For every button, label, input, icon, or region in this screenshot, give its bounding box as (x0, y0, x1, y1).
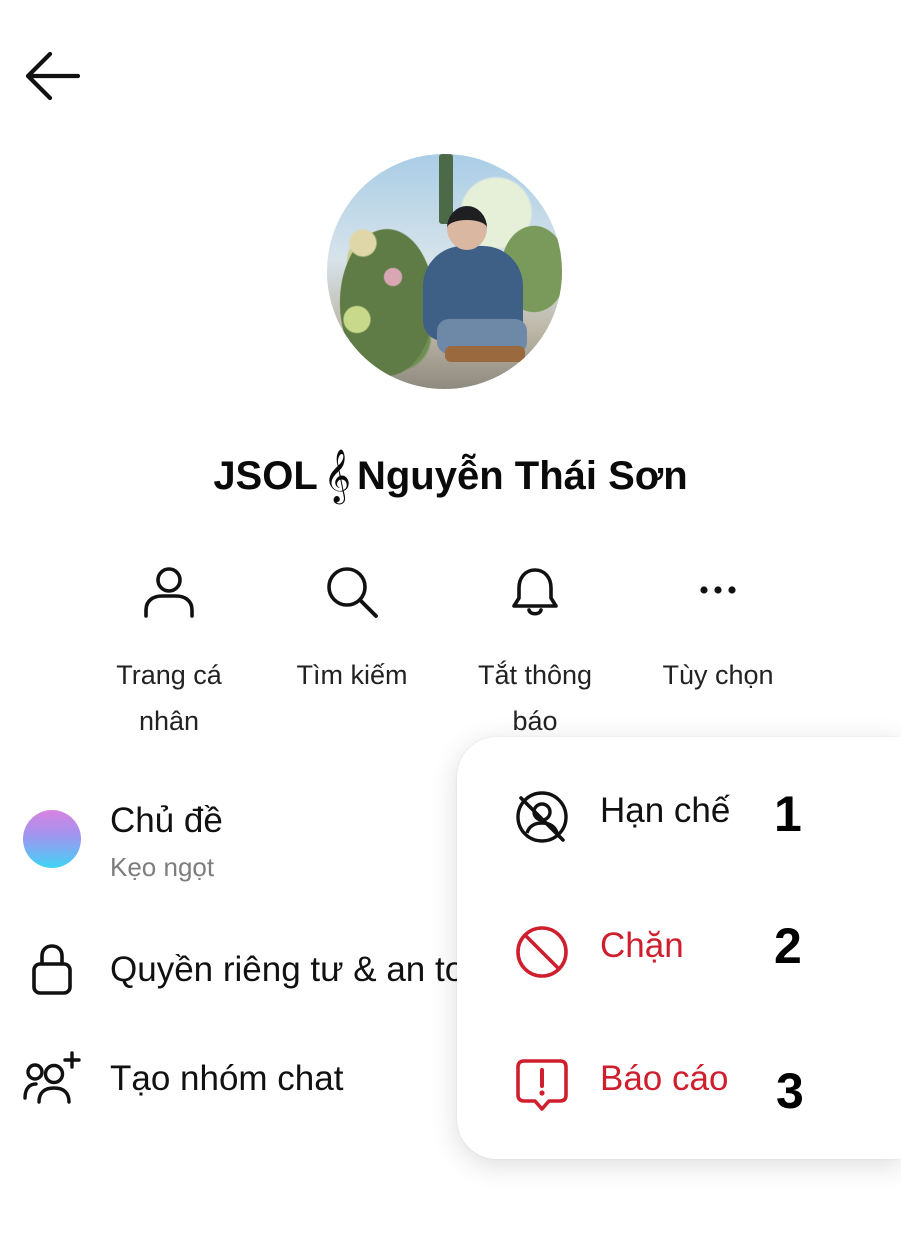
restrict-icon (513, 788, 571, 846)
block-icon (513, 923, 571, 981)
report-icon (513, 1056, 571, 1114)
theme-swatch (23, 810, 81, 868)
block-label: Chặn (600, 926, 684, 965)
search-icon (322, 562, 382, 622)
action-label: Tắt thông báo (477, 660, 593, 736)
action-label: Trang cá nhân (116, 660, 222, 736)
create-group-label: Tạo nhóm chat (110, 1059, 344, 1098)
profile-action-button[interactable]: Trang cá nhân (79, 562, 259, 744)
back-button[interactable] (18, 48, 86, 104)
profile-name: JSOL 𝄞 Nguyễn Thái Sơn (0, 448, 901, 504)
action-label: Tìm kiếm (296, 660, 408, 690)
action-label: Tùy chọn (662, 660, 774, 690)
menu-item-block[interactable]: Chặn (457, 896, 901, 1006)
options-menu: Hạn chế Chặn Báo cáo (457, 737, 901, 1159)
back-arrow-icon (25, 51, 81, 101)
more-icon (688, 562, 748, 622)
annotation-number: 2 (774, 918, 802, 974)
profile-avatar[interactable] (327, 154, 562, 389)
theme-value: Kẹo ngọt (110, 852, 215, 882)
menu-item-report[interactable]: Báo cáo (457, 1029, 901, 1139)
person-icon (139, 562, 199, 622)
profile-name-prefix: JSOL (213, 453, 318, 498)
theme-label: Chủ đề (110, 801, 223, 840)
mute-notifications-button[interactable]: Tắt thông báo (445, 562, 625, 744)
menu-item-restrict[interactable]: Hạn chế (457, 761, 901, 871)
annotation-number: 3 (776, 1063, 804, 1119)
lock-icon (28, 941, 76, 997)
restrict-label: Hạn chế (600, 791, 731, 830)
privacy-label: Quyền riêng tư & an toàn (110, 950, 504, 989)
treble-clef-symbol: 𝄞 (323, 448, 351, 502)
report-label: Báo cáo (600, 1059, 729, 1098)
avatar-photo-detail (447, 206, 487, 250)
add-group-icon (22, 1050, 84, 1108)
search-action-button[interactable]: Tìm kiếm (262, 562, 442, 698)
options-button[interactable]: Tùy chọn (628, 562, 808, 698)
bell-icon (505, 562, 565, 622)
annotation-number: 1 (774, 786, 802, 842)
avatar-photo-detail (445, 346, 525, 362)
profile-name-suffix: Nguyễn Thái Sơn (356, 453, 688, 498)
